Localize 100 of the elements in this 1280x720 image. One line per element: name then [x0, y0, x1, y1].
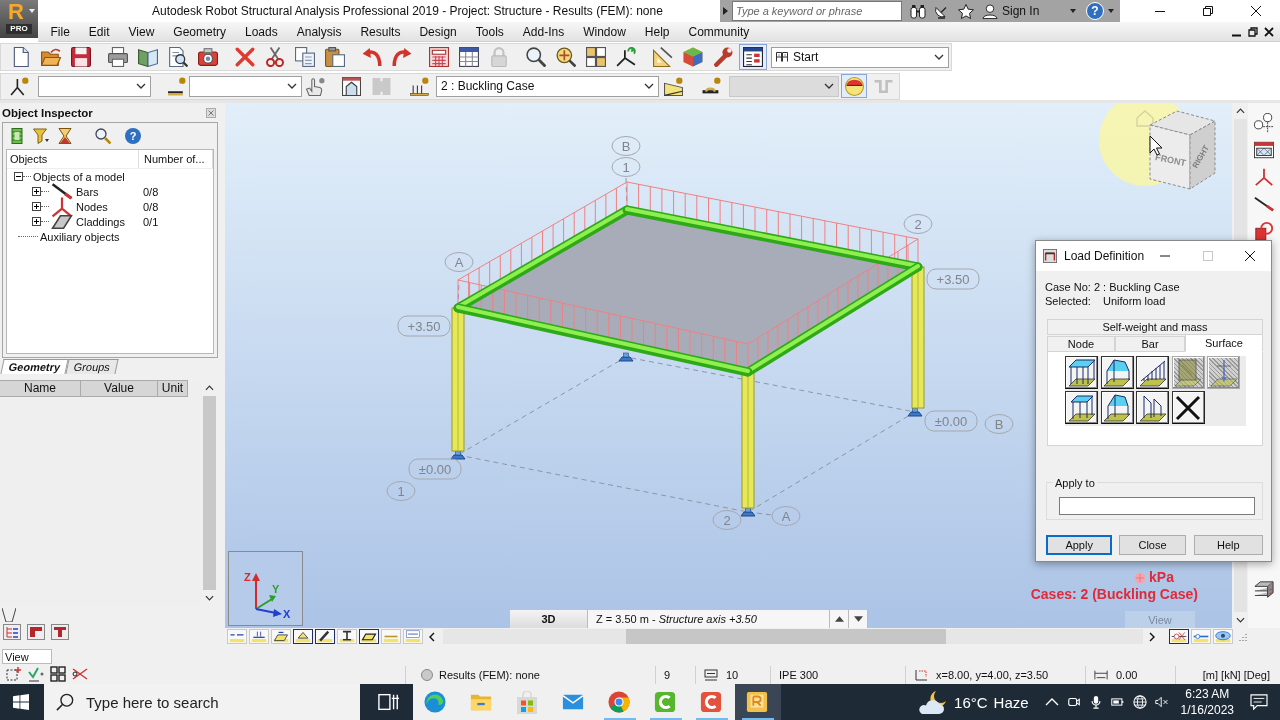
hourglass-icon[interactable] [57, 128, 73, 144]
bar-icon[interactable] [1254, 194, 1274, 214]
scissors-icon[interactable] [72, 666, 88, 682]
grid-icon[interactable] [50, 666, 66, 682]
dropdown[interactable]: 2 : Buckling Case [436, 75, 659, 97]
eye-icon[interactable] [1213, 629, 1233, 644]
help-button[interactable]: ? [125, 128, 141, 144]
plane-down-button[interactable] [849, 610, 868, 628]
t-section-icon[interactable] [51, 624, 69, 640]
tab[interactable]: Node [1047, 336, 1115, 352]
filter-icon[interactable] [33, 128, 49, 144]
load-type-button[interactable] [1065, 356, 1098, 389]
application-menu-button[interactable]: R PRO [0, 0, 38, 38]
menu-item[interactable]: File [41, 22, 80, 41]
scroll-down-icon[interactable] [205, 595, 214, 601]
tab[interactable]: Groups [65, 359, 120, 374]
scroll-up-icon[interactable] [1235, 108, 1245, 114]
horizontal-scrollbar[interactable] [443, 629, 1143, 644]
plane-up-button[interactable] [830, 610, 849, 628]
scroll-right-icon[interactable] [1149, 631, 1155, 642]
load-type-button[interactable] [1136, 391, 1169, 424]
expand-icon[interactable] [32, 217, 41, 226]
close-icon[interactable] [1264, 26, 1274, 37]
menu-item[interactable]: Add-Ins [513, 22, 574, 41]
menu-item[interactable]: Tools [466, 22, 514, 41]
user-icon[interactable] [982, 3, 998, 19]
battery-icon[interactable] [1110, 695, 1125, 709]
layers-icon[interactable] [1254, 580, 1274, 600]
tab[interactable]: Bar [1115, 336, 1185, 352]
video-camera-icon[interactable] [1066, 695, 1081, 709]
film-strip-icon[interactable] [9, 128, 25, 144]
restore-icon[interactable] [1248, 26, 1258, 37]
layout-button[interactable] [739, 44, 767, 70]
clock-time[interactable]: 6:23 AM [1185, 686, 1230, 702]
expand-icon[interactable] [32, 187, 41, 196]
globe-icon[interactable] [1132, 695, 1147, 709]
sign-in-button[interactable]: Sign In [1002, 4, 1040, 18]
tree-item[interactable]: Claddings [76, 215, 125, 228]
load-type-button[interactable] [1065, 391, 1098, 424]
supports-icon[interactable] [293, 629, 313, 644]
window-frame-icon[interactable] [1254, 140, 1274, 160]
tree-item[interactable]: Objects of a model [33, 170, 125, 183]
expand-icon[interactable] [32, 202, 41, 211]
values-icon[interactable] [403, 629, 423, 644]
collapse-icon[interactable] [14, 172, 23, 181]
scroll-up-icon[interactable] [205, 385, 214, 391]
microphone-icon[interactable] [1088, 695, 1103, 709]
notification-icon[interactable] [1250, 694, 1268, 710]
node-numbers-icon[interactable] [227, 629, 247, 644]
selection-icon[interactable] [6, 666, 22, 682]
tree-item[interactable]: Bars [76, 185, 99, 198]
menu-item[interactable]: Help [635, 22, 680, 41]
menu-item[interactable]: Edit [79, 22, 120, 41]
menu-item[interactable]: Loads [235, 22, 288, 41]
menu-item[interactable]: Results [350, 22, 410, 41]
menu-item[interactable]: Analysis [287, 22, 351, 41]
work-plane-field[interactable]: Z = 3.50 m - Structure axis +3.50 [588, 610, 830, 628]
menu-item[interactable]: Geometry [163, 22, 236, 41]
tab[interactable]: Self-weight and mass [1047, 319, 1263, 335]
taskbar-search-box[interactable]: Type here to search [44, 684, 360, 720]
scroll-down-icon[interactable] [1235, 617, 1245, 623]
node-icon[interactable] [1254, 167, 1274, 187]
load-type-button[interactable] [1100, 356, 1134, 389]
caret-icon[interactable] [1070, 9, 1076, 13]
menu-item[interactable]: Community [679, 22, 759, 41]
search-icon[interactable] [95, 128, 111, 144]
scroll-thumb[interactable] [626, 629, 946, 644]
load-type-button[interactable] [1136, 356, 1169, 389]
star-icon[interactable] [958, 3, 974, 19]
load-type-button[interactable] [1171, 391, 1205, 424]
bar-numbers-icon[interactable] [249, 629, 269, 644]
dropdown[interactable] [38, 75, 151, 97]
check-icon[interactable] [28, 666, 44, 682]
cube-ring-icon[interactable] [1254, 221, 1274, 241]
input-field[interactable] [1059, 497, 1255, 515]
tab[interactable]: Geometry [0, 359, 69, 374]
releases-icon[interactable] [1169, 629, 1189, 644]
scroll-left-icon[interactable] [429, 631, 435, 642]
column-header[interactable]: Value [81, 380, 158, 397]
dialog-button[interactable]: Help [1193, 535, 1263, 555]
tree-item[interactable]: Nodes [76, 200, 108, 213]
resize-grip-icon[interactable] [1239, 632, 1247, 641]
tree-item[interactable]: Auxiliary objects [40, 230, 120, 243]
moon-cloud-icon[interactable] [918, 689, 949, 715]
load-symbol-button[interactable] [841, 74, 867, 98]
search-field[interactable]: Type a keyword or phrase [732, 1, 902, 21]
angle-section-icon[interactable] [27, 624, 45, 640]
expand-arrow-icon[interactable] [723, 7, 728, 15]
caret-icon[interactable] [1108, 9, 1114, 13]
binoculars-icon[interactable] [910, 3, 926, 19]
view-mode-tab[interactable]: 3D [510, 610, 588, 628]
load-type-button[interactable] [1100, 391, 1134, 424]
tab[interactable]: Surface [1185, 334, 1263, 352]
menu-item[interactable]: Window [573, 22, 636, 41]
node-numbering-icon[interactable] [1254, 113, 1274, 133]
tab-stub-icon[interactable] [2, 608, 16, 622]
offsets-icon[interactable] [1191, 629, 1211, 644]
panel-numbers-icon[interactable] [271, 629, 291, 644]
column-header[interactable]: Objects [7, 150, 139, 168]
dialog-button[interactable]: Apply [1046, 535, 1113, 555]
